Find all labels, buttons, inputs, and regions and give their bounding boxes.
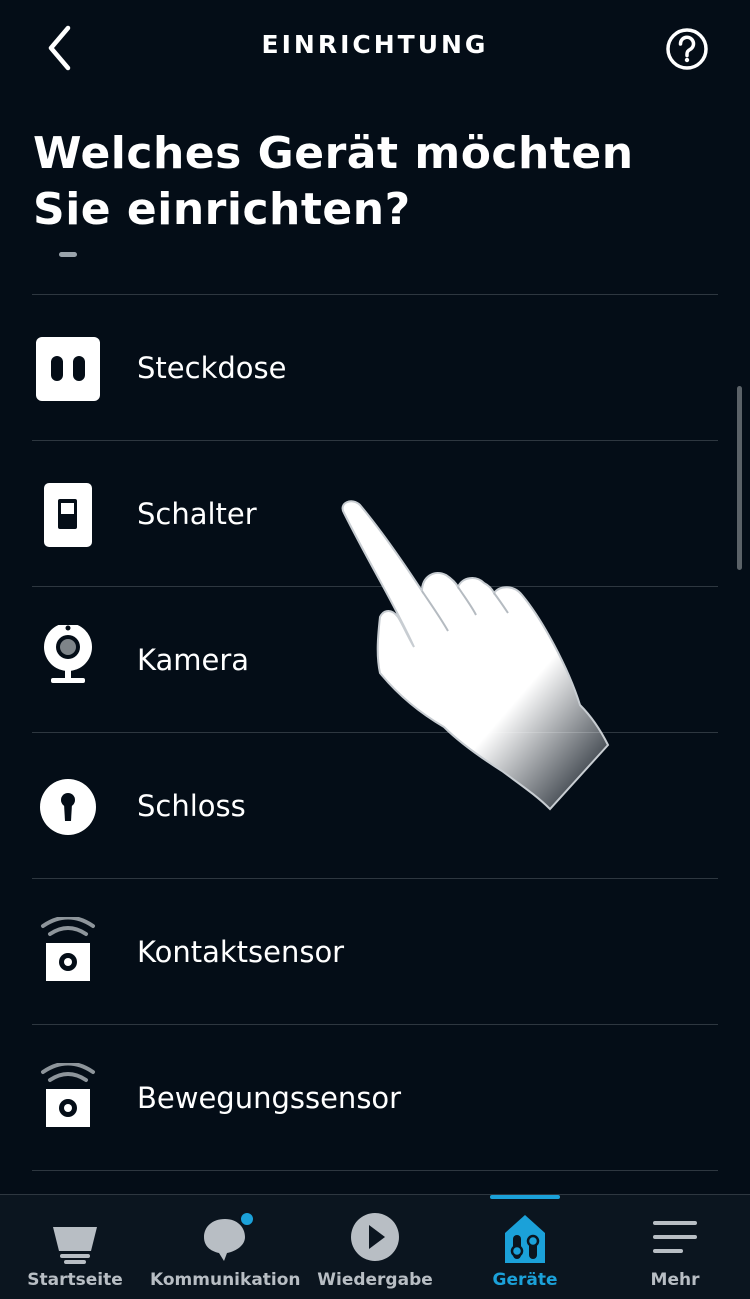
tab-startseite[interactable]: Startseite	[0, 1195, 150, 1299]
help-button[interactable]	[664, 26, 710, 72]
list-item-label: Kamera	[137, 643, 250, 677]
title-dash	[59, 252, 77, 257]
tab-geraete[interactable]: Geräte	[450, 1195, 600, 1299]
list-item-label: Bewegungssensor	[137, 1081, 402, 1115]
home-icon	[45, 1209, 105, 1265]
page-title: Welches Gerät möchten Sie einrichten?	[33, 128, 634, 235]
tab-mehr[interactable]: Mehr	[600, 1195, 750, 1299]
header-title: EINRICHTUNG	[261, 30, 489, 59]
list-item-label: Kontaktsensor	[137, 935, 345, 969]
bottom-tab-bar: Startseite Kommunikation Wiedergabe Gerä…	[0, 1194, 750, 1299]
list-item-label: Schalter	[137, 497, 257, 531]
tab-label: Wiedergabe	[317, 1270, 433, 1290]
list-item-steckdose[interactable]: Steckdose	[32, 294, 718, 440]
camera-icon	[32, 623, 104, 697]
plug-icon	[32, 333, 104, 405]
tab-label: Geräte	[492, 1270, 558, 1290]
devices-icon	[495, 1209, 555, 1265]
header: EINRICHTUNG	[0, 0, 750, 100]
list-item-kontaktsensor[interactable]: Kontaktsensor	[32, 878, 718, 1024]
help-icon	[666, 28, 708, 70]
tab-label: Startseite	[27, 1270, 123, 1290]
menu-icon	[645, 1209, 705, 1265]
lock-icon	[32, 771, 104, 843]
list-item-label: Schloss	[137, 789, 246, 823]
contact-sensor-icon	[32, 915, 104, 989]
tab-kommunikation[interactable]: Kommunikation	[150, 1195, 301, 1299]
list-item-bewegungssensor[interactable]: Bewegungssensor	[32, 1024, 718, 1171]
tab-label: Kommunikation	[150, 1270, 301, 1290]
switch-icon	[32, 479, 104, 551]
chat-icon	[195, 1209, 255, 1265]
motion-sensor-icon	[32, 1061, 104, 1135]
list-item-label: Steckdose	[137, 351, 287, 385]
tab-wiedergabe[interactable]: Wiedergabe	[300, 1195, 450, 1299]
tab-label: Mehr	[650, 1270, 700, 1290]
play-icon	[345, 1209, 405, 1265]
scrollbar[interactable]	[737, 386, 742, 570]
pointing-hand-icon	[330, 495, 620, 825]
